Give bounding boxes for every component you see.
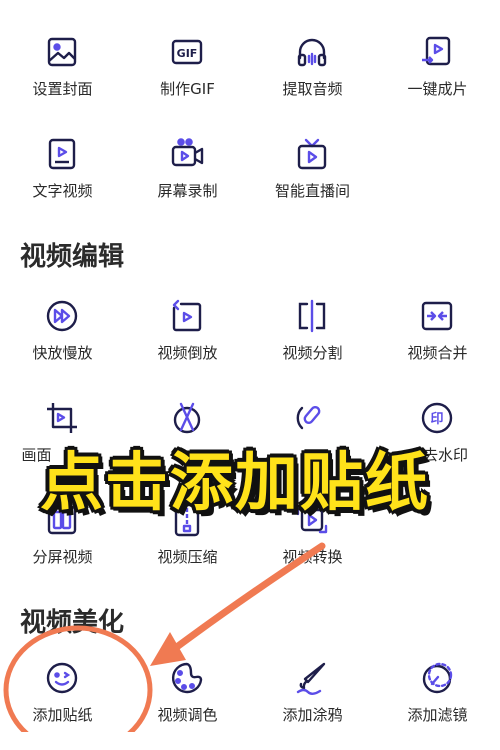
tool-label: 文字视频 — [32, 182, 93, 200]
tool-label: 视频压缩 — [157, 548, 218, 566]
tool-label: 一键成片 — [407, 80, 468, 98]
tool-label: 视频分割 — [282, 344, 343, 362]
tool-add-filter[interactable]: 添加滤镜 — [375, 660, 500, 750]
headphones-icon — [294, 34, 330, 70]
tool-label: 分屏视频 — [32, 548, 93, 566]
cut-icon — [169, 400, 205, 436]
tool-text-video[interactable]: 文字视频 — [0, 136, 125, 226]
tools-row-3: 快放慢放 视频倒放 视频分割 视频合并 — [0, 298, 500, 388]
tool-label: 制作GIF — [160, 80, 215, 98]
image-icon — [44, 34, 80, 70]
tool-set-cover[interactable]: 设置封面 — [0, 34, 125, 124]
tool-label: 视频合并 — [407, 344, 468, 362]
tools-row-6: 添加贴纸 视频调色 添加涂鸦 添加滤镜 — [0, 660, 500, 750]
tool-label: 屏幕录制 — [157, 182, 218, 200]
split-icon — [294, 298, 330, 334]
gif-icon: GIF — [169, 34, 205, 70]
tool-add-sticker[interactable]: 添加贴纸 — [0, 660, 125, 750]
watermark-icon: 印 — [419, 400, 455, 436]
svg-text:印: 印 — [430, 412, 443, 427]
tool-label: 视频倒放 — [157, 344, 218, 362]
merge-icon — [419, 298, 455, 334]
tutorial-caption: 点击添加贴纸 — [40, 446, 430, 519]
tool-add-doodle[interactable]: 添加涂鸦 — [250, 660, 375, 750]
tool-label: 添加贴纸 — [32, 706, 93, 724]
sticker-icon — [44, 660, 80, 696]
tool-label: 智能直播间 — [274, 182, 350, 200]
tool-label: 添加滤镜 — [407, 706, 468, 724]
tool-label: 提取音频 — [282, 80, 343, 98]
crop-icon — [44, 400, 80, 436]
tool-make-gif[interactable]: GIF 制作GIF — [125, 34, 250, 124]
speed-icon — [44, 298, 80, 334]
reverse-icon — [169, 298, 205, 334]
tool-merge[interactable]: 视频合并 — [375, 298, 500, 388]
tool-reverse[interactable]: 视频倒放 — [125, 298, 250, 388]
live-tv-icon — [294, 136, 330, 172]
section-title-video-edit: 视频编辑 — [20, 242, 125, 272]
tool-speed[interactable]: 快放慢放 — [0, 298, 125, 388]
screen-record-icon — [169, 136, 205, 172]
tool-split[interactable]: 视频分割 — [250, 298, 375, 388]
tool-extract-audio[interactable]: 提取音频 — [250, 34, 375, 124]
brush-icon — [294, 660, 330, 696]
magic-wand-icon — [294, 400, 330, 436]
tools-row-2: 文字视频 屏幕录制 智能直播间 — [0, 136, 500, 226]
tool-one-click-film[interactable]: 一键成片 — [375, 34, 500, 124]
video-export-icon — [419, 34, 455, 70]
tool-label: 视频调色 — [157, 706, 218, 724]
filter-icon — [419, 660, 455, 696]
tool-color-grade[interactable]: 视频调色 — [125, 660, 250, 750]
tools-row-1: 设置封面 GIF 制作GIF 提取音频 一键成片 — [0, 34, 500, 124]
tool-label: 视频转换 — [282, 548, 343, 566]
tool-label: 添加涂鸦 — [282, 706, 343, 724]
tool-smart-live-room[interactable]: 智能直播间 — [250, 136, 375, 226]
tool-label: 设置封面 — [32, 80, 93, 98]
tool-screen-record[interactable]: 屏幕录制 — [125, 136, 250, 226]
text-video-icon — [44, 136, 80, 172]
svg-text:GIF: GIF — [177, 47, 198, 60]
palette-icon — [169, 660, 205, 696]
tool-label: 快放慢放 — [32, 344, 93, 362]
section-title-video-beautify: 视频美化 — [20, 608, 125, 638]
